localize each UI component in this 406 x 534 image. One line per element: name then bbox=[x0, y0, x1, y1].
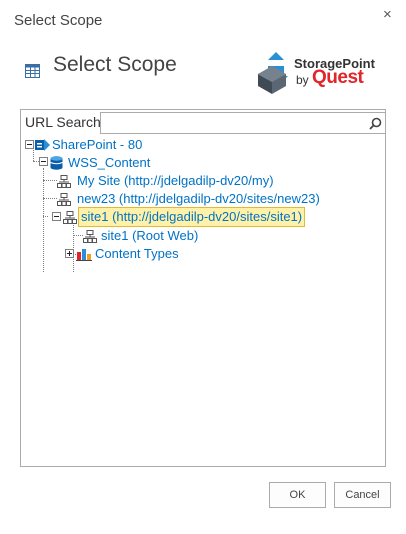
tree-connector bbox=[43, 216, 48, 217]
tree-node-label[interactable]: WSS_Content bbox=[68, 154, 150, 172]
close-icon[interactable]: × bbox=[383, 6, 392, 24]
database-icon bbox=[50, 156, 63, 170]
list-grid-icon bbox=[25, 64, 40, 78]
tree-connector bbox=[73, 235, 83, 236]
logo-by: by bbox=[296, 73, 309, 87]
dialog-title: Select Scope bbox=[14, 12, 103, 29]
tree-connector bbox=[43, 180, 57, 181]
expand-icon[interactable] bbox=[65, 249, 74, 258]
sharepoint-farm-icon bbox=[35, 139, 50, 151]
tree-connector bbox=[43, 198, 57, 199]
search-icon bbox=[368, 117, 381, 130]
storagepoint-quest-logo: StoragePoint by Quest bbox=[254, 52, 378, 94]
tree-node-label[interactable]: Content Types bbox=[95, 245, 179, 263]
logo-quest: Quest bbox=[312, 67, 364, 88]
site-collection-icon bbox=[57, 193, 71, 206]
storagepoint-logo-icon bbox=[258, 52, 288, 94]
tree-node-label[interactable]: site1 (Root Web) bbox=[101, 227, 198, 245]
search-label: URL Search bbox=[25, 114, 101, 130]
collapse-icon[interactable] bbox=[39, 157, 48, 166]
scope-tree-panel: URL Search SharePoint - 80 WSS_Content M… bbox=[20, 109, 386, 467]
tree-connector bbox=[73, 223, 74, 272]
search-button[interactable] bbox=[365, 113, 385, 133]
tree-node-label[interactable]: new23 (http://jdelgadilp-dv20/sites/new2… bbox=[77, 190, 320, 208]
tree-node-label[interactable]: site1 (http://jdelgadilp-dv20/sites/site… bbox=[78, 207, 306, 227]
search-input[interactable] bbox=[100, 112, 386, 134]
web-icon bbox=[83, 230, 97, 243]
site-collection-icon bbox=[57, 175, 71, 188]
cancel-button[interactable]: Cancel bbox=[334, 482, 391, 508]
collapse-icon[interactable] bbox=[52, 212, 61, 221]
tree-node-label[interactable]: My Site (http://jdelgadilp-dv20/my) bbox=[77, 172, 274, 190]
ok-button[interactable]: OK bbox=[269, 482, 326, 508]
tree-connector bbox=[33, 150, 34, 161]
site-collection-icon bbox=[63, 211, 77, 224]
collapse-icon[interactable] bbox=[25, 140, 34, 149]
page-title: Select Scope bbox=[53, 53, 177, 76]
tree-node-label[interactable]: SharePoint - 80 bbox=[52, 136, 142, 154]
content-types-icon bbox=[76, 249, 92, 261]
tree-connector bbox=[43, 168, 44, 272]
